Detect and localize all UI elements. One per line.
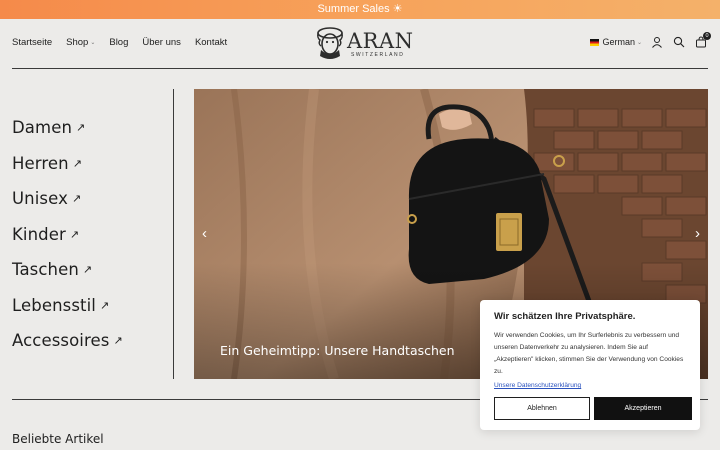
search-button[interactable] xyxy=(672,35,686,49)
category-label: Taschen xyxy=(12,260,79,280)
nav-item-blog[interactable]: Blog xyxy=(109,37,128,48)
logo-subtitle: SWITZERLAND xyxy=(351,52,405,58)
promo-text: Summer Sales ☀ xyxy=(317,3,403,15)
category-link-herren[interactable]: Herren ↗ xyxy=(12,146,123,182)
hero-caption[interactable]: Ein Geheimtipp: Unsere Handtaschen xyxy=(220,343,455,358)
popular-items-heading: Beliebte Artikel xyxy=(12,432,104,446)
language-selector[interactable]: German ⌄ xyxy=(590,37,642,47)
arrow-up-right-icon: ↗ xyxy=(113,334,123,348)
category-label: Herren xyxy=(12,153,69,173)
arrow-up-right-icon: ↗ xyxy=(99,298,110,312)
accept-button[interactable]: Akzeptieren xyxy=(594,397,692,420)
category-label: Unisex xyxy=(12,189,68,209)
category-link-kinder[interactable]: Kinder ↗ xyxy=(12,217,123,253)
slider-next-button[interactable]: › xyxy=(695,225,700,242)
brand-logo[interactable]: ARAN SWITZERLAND xyxy=(315,26,413,62)
cart-button[interactable]: 0 xyxy=(694,32,711,49)
vertical-divider xyxy=(173,89,174,379)
nav-item-ueber-uns[interactable]: Über uns xyxy=(142,37,181,48)
category-link-lebensstil[interactable]: Lebensstil ↗ xyxy=(12,288,123,324)
cookie-buttons: Ablehnen Akzeptieren xyxy=(494,397,692,420)
cookie-text: Wir verwenden Cookies, um Ihr Surferlebn… xyxy=(494,332,684,375)
slider-prev-button[interactable]: ‹ xyxy=(202,225,207,242)
category-link-damen[interactable]: Damen ↗ xyxy=(12,110,123,146)
category-label: Accessoires xyxy=(12,331,110,351)
cookie-title: Wir schätzen Ihre Privatsphäre. xyxy=(494,311,636,322)
category-label: Kinder xyxy=(12,224,66,244)
header-divider xyxy=(12,68,708,69)
cart-count-badge: 0 xyxy=(703,32,711,40)
chevron-down-icon: ⌄ xyxy=(90,40,96,46)
main-nav: Startseite Shop ⌄ Blog Über uns Kontakt xyxy=(12,37,227,48)
site-header: Startseite Shop ⌄ Blog Über uns Kontakt A… xyxy=(0,19,720,69)
search-icon xyxy=(673,36,685,48)
category-label: Lebensstil xyxy=(12,295,96,315)
nav-item-kontakt[interactable]: Kontakt xyxy=(195,37,227,48)
category-label: Damen xyxy=(12,118,72,138)
logo-wordmark: ARAN xyxy=(347,29,414,53)
arrow-up-right-icon: ↗ xyxy=(71,192,82,206)
category-link-accessoires[interactable]: Accessoires ↗ xyxy=(12,323,123,359)
promo-banner: Summer Sales ☀ xyxy=(0,0,720,19)
user-icon xyxy=(652,37,662,48)
arrow-up-right-icon: ↗ xyxy=(72,156,83,170)
arrow-up-right-icon: ↗ xyxy=(82,263,93,277)
category-list: Damen ↗ Herren ↗ Unisex ↗ Kinder ↗ Taschen ↗ … xyxy=(12,110,123,359)
privacy-policy-link[interactable]: Unsere Datenschutzerklärung xyxy=(494,382,686,389)
header-tools: German ⌄ 0 xyxy=(590,32,711,49)
category-link-taschen[interactable]: Taschen ↗ xyxy=(12,252,123,288)
chevron-down-icon: ⌄ xyxy=(636,39,642,46)
language-label: German xyxy=(602,37,635,47)
german-flag-icon xyxy=(590,38,600,46)
nav-item-shop[interactable]: Shop ⌄ xyxy=(66,37,95,48)
arrow-up-right-icon: ↗ xyxy=(76,121,86,135)
category-link-unisex[interactable]: Unisex ↗ xyxy=(12,181,123,217)
nav-item-startseite[interactable]: Startseite xyxy=(12,37,52,48)
reject-button[interactable]: Ablehnen xyxy=(494,397,590,420)
sheep-logo-icon xyxy=(317,27,343,59)
nav-item-shop-label: Shop xyxy=(66,37,89,48)
cookie-consent-dialog: Wir schätzen Ihre Privatsphäre. Wir verw… xyxy=(480,300,700,430)
account-button[interactable] xyxy=(650,35,664,49)
arrow-up-right-icon: ↗ xyxy=(69,227,80,241)
